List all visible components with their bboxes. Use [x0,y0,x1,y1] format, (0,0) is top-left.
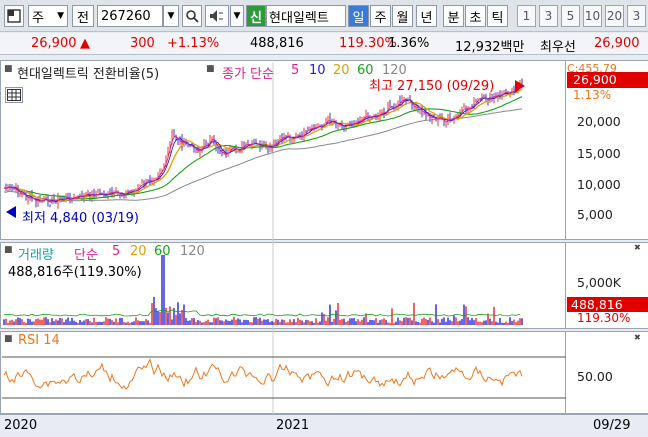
rsi-axis-tick: 50.00 [577,369,613,384]
ma-period-label: 10 [309,63,326,78]
volume-ma-period-label: 20 [130,244,147,259]
volume-value-label: 488,816주(119.30%) [8,265,142,280]
volume-tag: 488,816 [567,297,648,312]
volume-ma-period-label: 120 [180,244,205,259]
rsi-line [3,358,523,390]
volume-pct-tag: 119.30% [577,311,631,325]
x-last-date: 09/29 [593,418,631,433]
x-axis [0,414,648,437]
cut-axis-label: C:455.79 [567,62,617,72]
price-panel-title: 현대일렉트릭 전환비율(5) [17,67,160,82]
volume-axis-tick: 5,000K [577,275,621,290]
ma-period-label: 20 [333,63,350,78]
volume-ma-period-label: 5 [112,244,121,259]
low-marker-arrow [6,206,16,218]
price-axis-tick: 10,000 [577,177,621,192]
rsi-close-icon[interactable]: ✖ [634,333,641,342]
volume-close-icon[interactable]: ✖ [634,243,641,252]
volume-marker-icon: ■ [4,245,13,255]
change-pct-tag: 1.13% [573,88,612,102]
ma-period-label: 5 [291,63,300,78]
low-marker-label: 최저 4,840 (03/19) [22,211,140,226]
rsi-marker-icon: ■ [4,334,13,344]
volume-ma-period-label: 60 [154,244,171,259]
x-label-2020: 2020 [4,418,38,433]
panel-marker-icon: ■ [4,64,13,74]
ma-5-line [3,82,523,203]
price-axis-tick: 5,000 [577,207,613,222]
ma-60-line [3,96,523,200]
volume-ma-line [3,309,521,317]
price-axis-tick: 20,000 [577,114,621,129]
grid-icon[interactable] [5,87,23,103]
x-label-2021: 2021 [276,418,310,433]
ma-label: 종가 단순 [222,67,274,82]
rsi-title: RSI 14 [18,333,60,348]
price-axis-tick: 15,000 [577,146,621,161]
high-marker-label: 최고 27,150 (09/29) [369,79,495,94]
ma-marker-icon: ■ [206,64,215,74]
current-price-tag: 26,900 [567,72,648,88]
